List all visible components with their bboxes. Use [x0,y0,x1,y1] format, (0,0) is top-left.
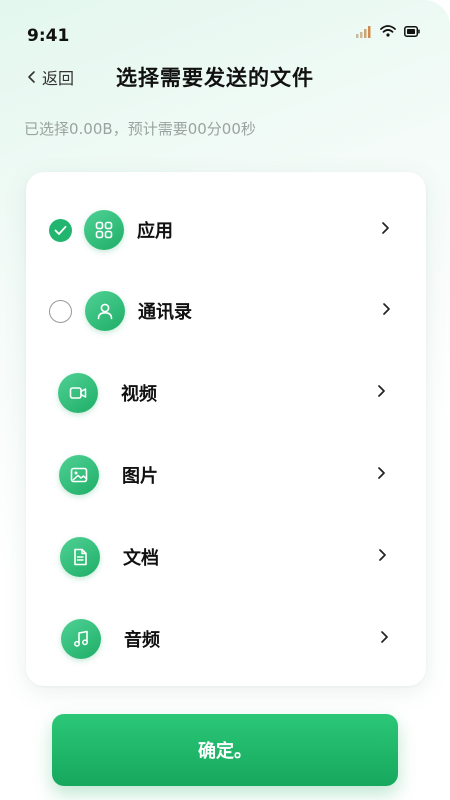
checkbox-checked[interactable] [49,219,72,242]
category-label: 视频 [121,384,157,405]
checkbox-unchecked[interactable] [49,300,72,323]
category-row-apps[interactable]: 应用 [26,195,426,265]
wifi-icon [380,25,396,37]
chevron-left-icon [28,71,35,83]
category-label: 应用 [137,221,173,242]
chevron-right-icon [381,631,388,643]
video-camera-icon [58,373,98,413]
image-icon [59,455,99,495]
signal-icon [356,26,371,38]
chevron-right-icon [382,222,389,234]
music-note-icon [61,619,101,659]
checkmark-icon [54,225,67,235]
category-list-card: 应用 通讯录 视频 图片 文档 音频 [26,172,426,686]
selection-info: 已选择0.00B，预计需要00分00秒 [24,120,256,138]
category-label: 图片 [122,466,158,487]
category-row-images[interactable]: 图片 [26,439,426,509]
apps-grid-icon [84,210,124,250]
page-title: 选择需要发送的文件 [116,66,314,90]
chevron-right-icon [379,549,386,561]
document-icon [60,537,100,577]
confirm-button[interactable]: 确定。 [52,714,398,786]
chevron-right-icon [383,303,390,315]
category-label: 通讯录 [138,302,192,323]
status-bar: 9:41 [0,0,450,64]
category-row-audio[interactable]: 音频 [26,603,426,673]
battery-icon [404,26,420,37]
contact-person-icon [85,291,125,331]
category-row-documents[interactable]: 文档 [26,521,426,591]
file-picker-screen: 9:41 返回 选择需要发送的文件 已选择0.00B，预计需要00分00秒 应用… [0,0,450,800]
category-row-video[interactable]: 视频 [26,358,426,428]
status-time: 9:41 [27,26,70,46]
category-row-contacts[interactable]: 通讯录 [26,276,426,346]
category-label: 文档 [123,548,159,569]
back-button[interactable]: 返回 [26,64,74,90]
back-label: 返回 [42,69,75,88]
chevron-right-icon [378,467,385,479]
category-label: 音频 [124,630,160,651]
chevron-right-icon [378,385,385,397]
